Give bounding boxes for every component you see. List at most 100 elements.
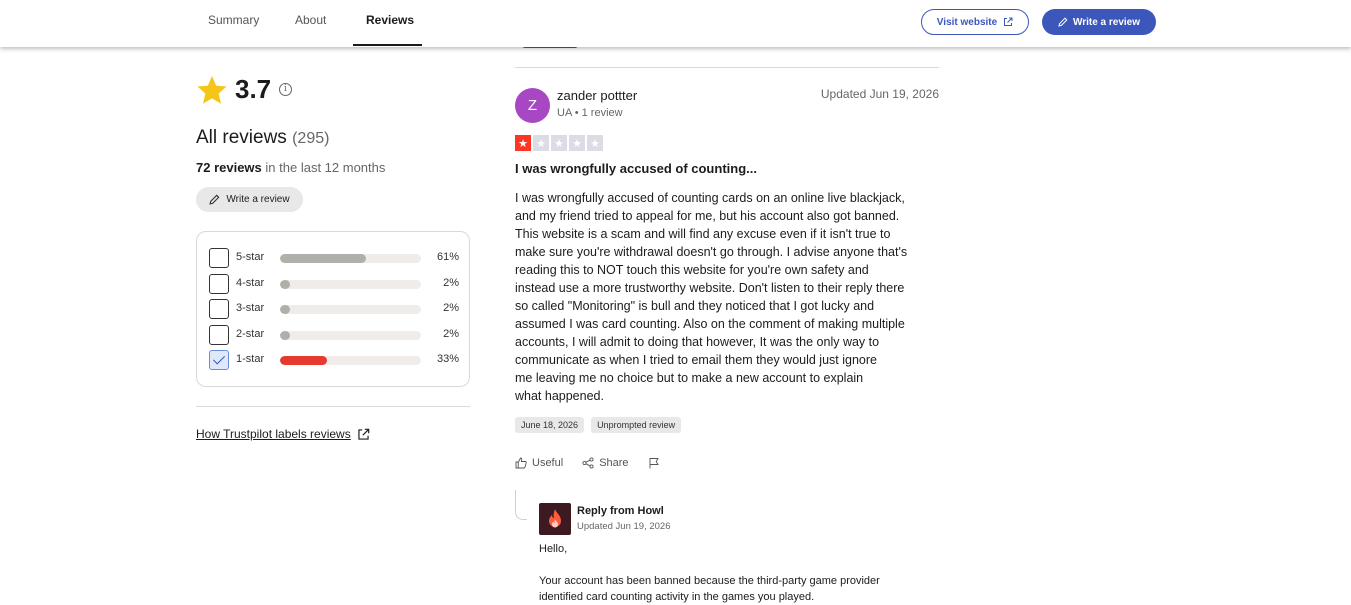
review-actions: Useful Share (515, 457, 679, 469)
filter-percent: 61% (436, 251, 459, 263)
visit-website-button[interactable]: Visit website (921, 9, 1029, 35)
distribution-bar (280, 356, 421, 365)
tab-reviews[interactable]: Reviews (366, 0, 414, 47)
review-updated-date: Updated Jun 19, 2026 (820, 87, 939, 101)
filter-percent: 2% (443, 328, 459, 340)
review-body-line: me leaving me no choice but to make a ne… (515, 371, 864, 385)
review-body-line: I was wrongfully accused of counting car… (515, 191, 905, 205)
recent-review-suffix: in the last 12 months (265, 160, 386, 175)
review-title[interactable]: I was wrongfully accused of counting... (515, 161, 757, 176)
star-icon: ★ (587, 135, 603, 151)
pencil-icon (1058, 17, 1068, 27)
reply-body-line: Your account has been banned because the… (539, 575, 880, 587)
divider (196, 406, 470, 407)
reply-updated-date: Updated Jun 19, 2026 (577, 521, 671, 532)
distribution-bar (280, 331, 421, 340)
experience-date-chip: June 18, 2026 (515, 417, 585, 433)
write-review-button[interactable]: Write a review (196, 187, 303, 212)
filter-checkbox[interactable] (209, 274, 229, 294)
tab-summary[interactable]: Summary (208, 0, 259, 47)
review-body-line: make sure you're withdrawal doesn't go t… (515, 245, 908, 259)
reply-greeting: Hello, (539, 543, 568, 555)
labels-info-link[interactable]: How Trustpilot labels reviews (196, 427, 370, 441)
filter-row-5-star[interactable]: 5-star 61% (209, 248, 459, 268)
info-icon[interactable]: i (279, 83, 292, 96)
distribution-bar-fill (280, 280, 290, 289)
filter-checkbox[interactable] (209, 350, 229, 370)
star-icon: ★ (533, 135, 549, 151)
review-body: I was wrongfully accused of counting car… (515, 189, 939, 405)
flag-icon (649, 458, 659, 469)
filter-row-1-star[interactable]: 1-star 33% (209, 350, 459, 370)
star-icon (197, 76, 227, 104)
company-logo (539, 503, 571, 535)
filter-percent: 2% (443, 277, 459, 289)
star-filter-panel: 5-star 61% 4-star 2% 3-star 2% 2-star 2%… (196, 231, 470, 387)
review-star-rating: ★ ★ ★ ★ ★ (515, 135, 603, 151)
filter-checkbox[interactable] (209, 248, 229, 268)
reply-connector (515, 490, 527, 520)
review-body-line: so called "Monitoring" is bull and they … (515, 299, 875, 313)
tab-about[interactable]: About (295, 0, 326, 47)
filter-label: 1-star (236, 353, 265, 365)
divider (515, 67, 939, 68)
pencil-icon (209, 194, 220, 205)
filter-label: 4-star (236, 277, 265, 289)
review-body-line: what happened. (515, 389, 604, 403)
external-link-icon (1004, 17, 1013, 26)
review-chips: June 18, 2026 Unprompted review (515, 417, 682, 433)
overall-rating: 3.7 (235, 74, 272, 104)
filter-percent: 33% (436, 353, 459, 365)
review-type-chip[interactable]: Unprompted review (591, 417, 682, 433)
labels-link-text: How Trustpilot labels reviews (196, 427, 351, 441)
review-body-line: instead use a more trustworthy website. … (515, 281, 905, 295)
filter-label: 5-star (236, 251, 265, 263)
report-button[interactable] (648, 457, 660, 469)
flame-icon (549, 509, 561, 528)
all-reviews-label: All reviews (196, 127, 287, 148)
filter-row-4-star[interactable]: 4-star 2% (209, 274, 459, 294)
avatar[interactable]: Z (515, 88, 550, 123)
distribution-bar-fill (280, 331, 290, 340)
reply-body: Your account has been banned because the… (539, 573, 919, 605)
star-icon: ★ (569, 135, 585, 151)
filter-checkbox[interactable] (209, 325, 229, 345)
useful-button[interactable]: Useful (515, 457, 563, 469)
filter-percent: 2% (443, 302, 459, 314)
write-review-button-top[interactable]: Write a review (1042, 9, 1156, 35)
filter-checkbox[interactable] (209, 299, 229, 319)
all-reviews-count: (295) (292, 130, 330, 147)
review-body-line: assumed I was card counting. Also on the… (515, 317, 905, 331)
write-review-label: Write a review (1072, 16, 1141, 28)
distribution-bar-fill (280, 305, 290, 314)
review-author[interactable]: zander pottter (557, 88, 637, 103)
reply-body-line: identified card counting activity in the… (539, 591, 815, 603)
share-button[interactable]: Share (582, 457, 629, 469)
star-icon: ★ (515, 135, 531, 151)
write-review-label: Write a review (226, 194, 290, 205)
distribution-bar-fill (280, 254, 366, 263)
external-link-icon (358, 428, 370, 440)
filter-row-3-star[interactable]: 3-star 2% (209, 299, 459, 319)
distribution-bar (280, 280, 421, 289)
useful-label: Useful (532, 457, 564, 469)
filter-row-2-star[interactable]: 2-star 2% (209, 325, 459, 345)
share-label: Share (599, 457, 629, 469)
distribution-bar (280, 305, 421, 314)
top-navigation: Summary About Reviews Visit website Writ… (0, 0, 1351, 47)
reply-author: Reply from Howl (577, 505, 664, 517)
active-tab-indicator (353, 44, 422, 46)
review-body-line: communicate as when I tried to email the… (515, 353, 877, 367)
recent-reviews-summary: 72 reviews in the last 12 months (196, 160, 385, 175)
review-body-line: and my friend tried to appeal for me, bu… (515, 209, 900, 223)
star-icon: ★ (551, 135, 567, 151)
distribution-bar (280, 254, 421, 263)
filter-label: 2-star (236, 328, 265, 340)
visit-website-label: Visit website (936, 16, 998, 28)
review-body-line: This website is a scam and will find any… (515, 227, 891, 241)
review-author-meta: UA • 1 review (557, 107, 623, 119)
distribution-bar-fill (280, 356, 327, 365)
share-icon (582, 457, 594, 469)
review-body-line: accounts, I will admit to doing that how… (515, 335, 880, 349)
thumbs-up-icon (515, 457, 527, 469)
